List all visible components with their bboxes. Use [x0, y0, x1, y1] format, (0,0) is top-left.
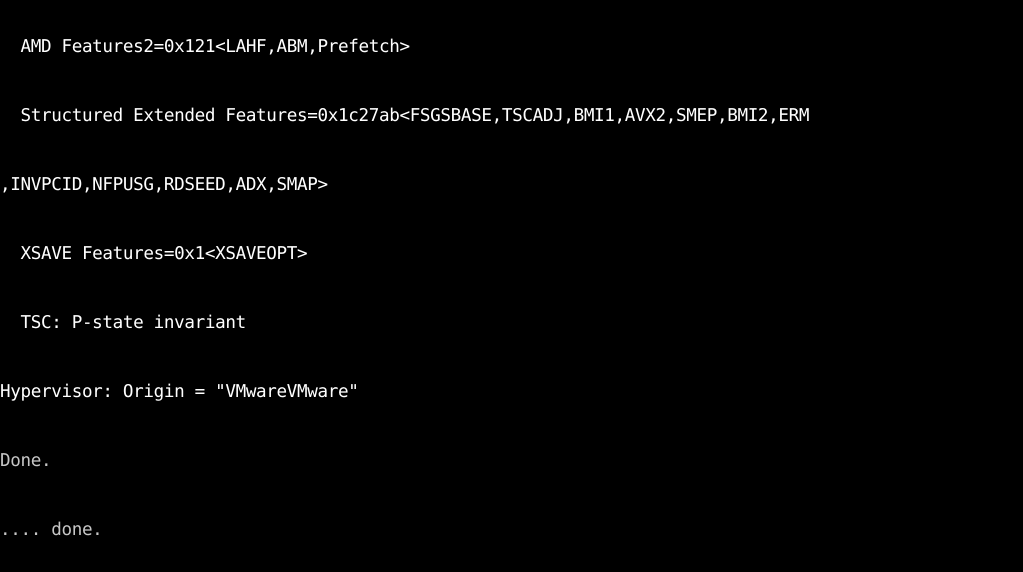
console-line: Done.: [0, 451, 52, 471]
console-line-hypervisor: Hypervisor: Origin = "VMwareVMware": [0, 382, 359, 402]
console-line: XSAVE Features=0x1<XSAVEOPT>: [0, 244, 308, 264]
console-line: AMD Features2=0x121<LAHF,ABM,Prefetch>: [0, 37, 410, 57]
console-line: Structured Extended Features=0x1c27ab<FS…: [0, 106, 810, 126]
console-line: ,INVPCID,NFPUSG,RDSEED,ADX,SMAP>: [0, 175, 328, 195]
console-line: TSC: P-state invariant: [0, 313, 246, 333]
console-output: AMD Features2=0x121<LAHF,ABM,Prefetch> S…: [0, 0, 1023, 572]
console-line: .... done.: [0, 520, 103, 540]
scrollback-remnant-row: Should VLANs be set up now [y|n]?: [0, 566, 1023, 572]
console-screen[interactable]: AMD Features2=0x121<LAHF,ABM,Prefetch> S…: [0, 0, 1023, 572]
